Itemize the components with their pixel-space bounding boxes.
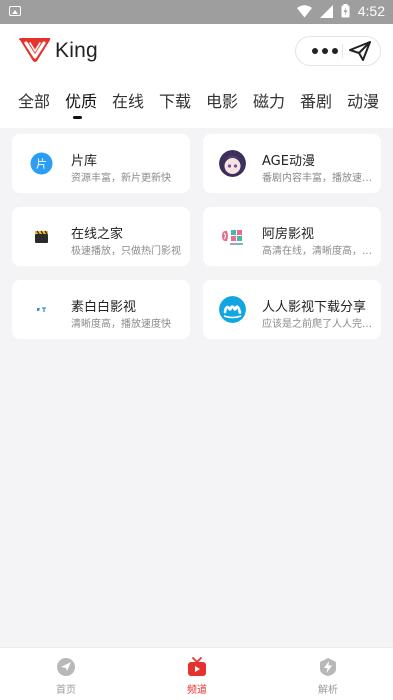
nav-home-label: 首页 (56, 685, 76, 696)
tab-movie[interactable]: 电影 (206, 88, 238, 112)
svg-text:片: 片 (36, 158, 47, 171)
app-header: King 全部 优质 在线 下载 电影 磁力 番剧 动漫 (0, 24, 393, 128)
app-logo: King (18, 38, 98, 63)
site-card[interactable]: AGE动漫 番剧内容丰富，播放速度快 (203, 134, 381, 193)
site-description: 清晰度高，播放速度快 (71, 319, 171, 330)
site-title: 片库 (71, 154, 98, 169)
anime-avatar-icon (219, 150, 246, 177)
site-title: 人人影视下载分享 (262, 300, 367, 315)
clapperboard-icon (28, 223, 55, 250)
active-tab-indicator (73, 116, 82, 119)
nav-parse-label: 解析 (318, 685, 338, 696)
tab-download[interactable]: 下载 (159, 88, 191, 112)
site-card[interactable]: 阿房影视 高清在线，清晰度高，更新快 (203, 207, 381, 266)
site-card[interactable]: 在线之家 极速播放，只做热门影视 (12, 207, 190, 266)
site-title: 在线之家 (71, 227, 124, 242)
afang-logo-icon (219, 223, 246, 250)
tab-magnet[interactable]: 磁力 (253, 88, 285, 112)
nav-channel-label: 频道 (187, 685, 207, 696)
site-card[interactable]: 人人影视下载分享 应该是之前爬了人人完整资源 (203, 280, 381, 339)
renren-icon (219, 296, 246, 323)
compass-icon (57, 658, 75, 676)
wifi-icon (296, 4, 312, 17)
status-bar: 4:52 (0, 0, 393, 24)
bottom-navigation: 首页 频道 解析 (0, 647, 393, 700)
tab-all[interactable]: 全部 (18, 88, 50, 112)
send-icon[interactable] (348, 41, 372, 61)
nav-home[interactable]: 首页 (26, 648, 106, 700)
signal-icon (319, 4, 333, 18)
site-description: 高清在线，清晰度高，更新快 (262, 246, 374, 257)
site-description: 极速播放，只做热门影视 (71, 246, 181, 257)
lightning-shield-icon (320, 658, 336, 676)
app-logo-icon (19, 38, 51, 62)
tv-icon (188, 657, 206, 676)
site-description: 应该是之前爬了人人完整资源 (262, 319, 374, 330)
tab-bangumi[interactable]: 番剧 (300, 88, 332, 112)
more-menu-icon[interactable] (306, 37, 344, 65)
pianku-icon: 片 (28, 150, 55, 177)
site-title: 素白白影视 (71, 300, 137, 315)
tab-online[interactable]: 在线 (112, 88, 144, 112)
capsule-divider (342, 44, 343, 58)
site-description: 番剧内容丰富，播放速度快 (262, 173, 374, 184)
site-card[interactable]: 素白白影视 清晰度高，播放速度快 (12, 280, 190, 339)
subaibai-icon (28, 296, 55, 323)
tab-anime[interactable]: 动漫 (347, 88, 379, 112)
miniapp-capsule (295, 36, 381, 66)
site-title: 阿房影视 (262, 227, 315, 242)
category-tabs: 全部 优质 在线 下载 电影 磁力 番剧 动漫 (0, 86, 393, 128)
app-name: King (55, 38, 98, 62)
status-time: 4:52 (357, 3, 385, 19)
battery-icon (341, 4, 350, 18)
nav-parse[interactable]: 解析 (288, 648, 368, 700)
site-description: 资源丰富，新片更新快 (71, 173, 171, 184)
gallery-notification-icon (9, 6, 21, 16)
site-title: AGE动漫 (262, 154, 315, 169)
tab-quality[interactable]: 优质 (65, 88, 97, 112)
nav-channel[interactable]: 频道 (157, 648, 237, 700)
site-card[interactable]: 片 片库 资源丰富，新片更新快 (12, 134, 190, 193)
